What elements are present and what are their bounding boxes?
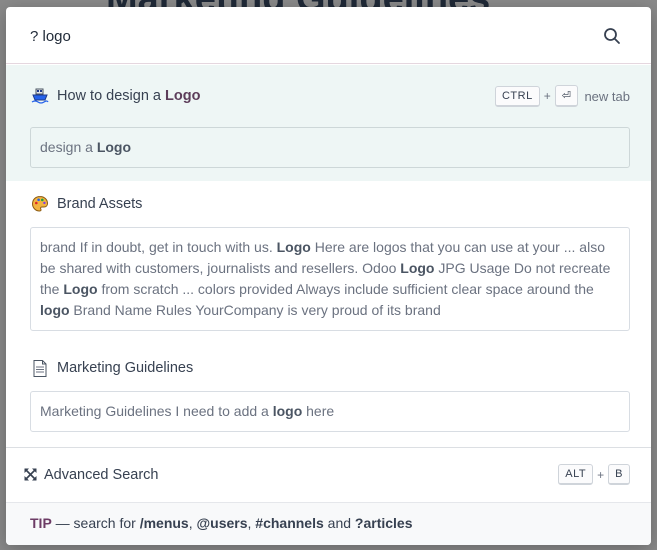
result-snippet: Marketing Guidelines I need to add a log…: [30, 391, 630, 432]
result-item-marketing-guidelines[interactable]: Marketing Guidelines Marketing Guideline…: [6, 345, 651, 445]
result-snippet: design a Logo: [30, 127, 630, 168]
command-palette-dialog: How to design a Logo CTRL + ⏎ new tab de…: [6, 7, 651, 545]
document-icon: [31, 359, 49, 377]
result-snippet: brand If in doubt, get in touch with us.…: [30, 227, 630, 331]
advanced-search-label: Advanced Search: [44, 467, 159, 483]
tip-label: TIP: [30, 515, 52, 531]
tip-users: @users: [196, 515, 248, 531]
new-tab-shortcut: CTRL + ⏎ new tab: [494, 85, 630, 107]
tip-menus: /menus: [139, 515, 189, 531]
palette-icon: [31, 195, 49, 213]
result-title: How to design a Logo: [57, 88, 201, 104]
advanced-search-shortcut: ALT + B: [558, 464, 630, 485]
result-item-brand-assets[interactable]: Brand Assets brand If in doubt, get in t…: [6, 181, 651, 345]
result-item-how-to-design-a-logo[interactable]: How to design a Logo CTRL + ⏎ new tab de…: [6, 65, 651, 181]
kbd-ctrl: CTRL: [494, 85, 540, 107]
kbd-enter: ⏎: [554, 85, 579, 107]
tip-articles: ?articles: [354, 515, 413, 531]
results-list: How to design a Logo CTRL + ⏎ new tab de…: [6, 65, 651, 445]
search-input[interactable]: [30, 25, 590, 47]
expand-arrows-icon: [24, 468, 37, 481]
search-icon[interactable]: [603, 27, 621, 45]
ship-icon: [31, 87, 49, 105]
new-tab-label: new tab: [584, 88, 630, 104]
advanced-search-row[interactable]: Advanced Search ALT + B: [6, 447, 651, 502]
search-bar: [6, 7, 651, 64]
result-title: Brand Assets: [57, 196, 143, 212]
tip-footer: TIP — search for /menus, @users, #channe…: [6, 502, 651, 545]
result-title: Marketing Guidelines: [57, 360, 194, 376]
kbd-alt: ALT: [558, 464, 594, 485]
kbd-b: B: [608, 464, 630, 485]
tip-channels: #channels: [255, 515, 324, 531]
